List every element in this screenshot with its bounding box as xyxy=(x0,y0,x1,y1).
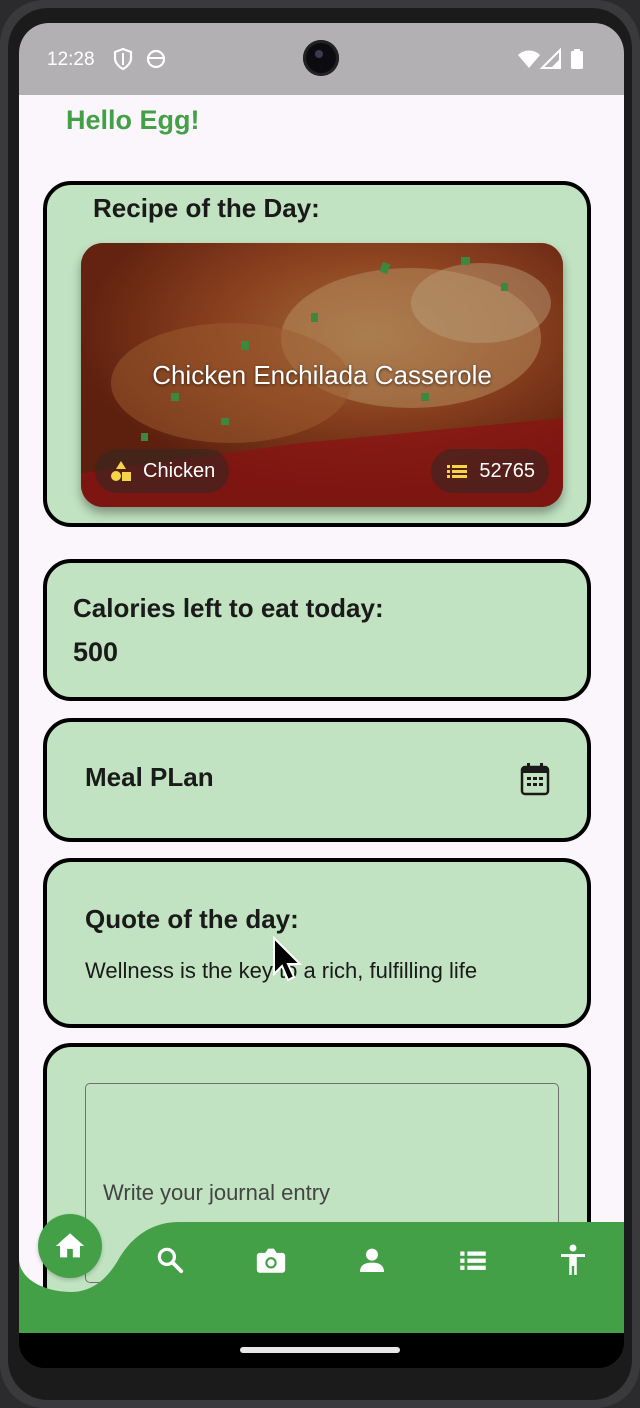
recipe-category-label: Chicken xyxy=(143,459,216,482)
status-time: 12:28 xyxy=(47,49,95,70)
nav-list-button[interactable] xyxy=(453,1240,493,1280)
greeting-text: Hello Egg! xyxy=(66,105,200,135)
category-icon xyxy=(111,461,131,481)
sync-icon xyxy=(146,49,166,69)
list-icon xyxy=(447,465,468,478)
quote-heading: Quote of the day: xyxy=(85,904,299,934)
bottom-navigation-bar xyxy=(19,1214,624,1333)
system-navigation-bar xyxy=(19,1333,624,1368)
recipe-image[interactable]: Chicken Enchilada Casserole Chicken 5276… xyxy=(81,243,563,507)
recipe-id-chip: 52765 xyxy=(431,449,549,493)
calories-card: Calories left to eat today: 500 xyxy=(43,559,591,701)
battery-icon xyxy=(571,49,583,69)
nav-profile-button[interactable] xyxy=(352,1240,392,1280)
home-icon xyxy=(55,1233,85,1258)
nav-accessibility-button[interactable] xyxy=(553,1240,593,1280)
recipe-card-heading: Recipe of the Day: xyxy=(93,193,320,223)
person-icon xyxy=(360,1248,384,1272)
calories-value: 500 xyxy=(73,637,119,667)
calories-heading: Calories left to eat today: xyxy=(73,593,384,623)
home-indicator[interactable] xyxy=(240,1347,400,1353)
meal-plan-card[interactable]: Meal PLan xyxy=(43,718,591,842)
quote-card: Quote of the day: Wellness is the key to… xyxy=(43,858,591,1028)
recipe-title: Chicken Enchilada Casserole xyxy=(152,360,492,390)
recipe-of-the-day-card[interactable]: Recipe of the Day: Chicken Enchilada Cas… xyxy=(43,181,591,527)
front-camera xyxy=(303,40,339,76)
app-content: Hello Egg! Recipe of the Day: Chicken En… xyxy=(19,95,624,1333)
accessibility-icon xyxy=(561,1244,585,1275)
phone-screen: 12:28 Hello Egg! Recipe of the Day: Chic… xyxy=(19,23,624,1368)
list-icon xyxy=(460,1251,486,1270)
wifi-icon xyxy=(518,50,540,68)
status-bar: 12:28 xyxy=(19,23,624,95)
shield-icon xyxy=(113,47,133,71)
nav-background xyxy=(19,1222,624,1333)
cellular-signal-icon xyxy=(539,47,561,69)
nav-home-button[interactable] xyxy=(38,1214,102,1278)
mouse-cursor-icon xyxy=(273,936,303,982)
calendar-icon[interactable] xyxy=(519,762,551,796)
recipe-id-label: 52765 xyxy=(479,459,535,482)
camera-icon xyxy=(256,1248,286,1273)
search-icon xyxy=(157,1247,184,1274)
meal-plan-label: Meal PLan xyxy=(85,762,214,792)
journal-placeholder: Write your journal entry xyxy=(103,1180,331,1205)
nav-camera-button[interactable] xyxy=(251,1240,291,1280)
nav-search-button[interactable] xyxy=(150,1240,190,1280)
recipe-category-chip: Chicken xyxy=(95,449,230,493)
